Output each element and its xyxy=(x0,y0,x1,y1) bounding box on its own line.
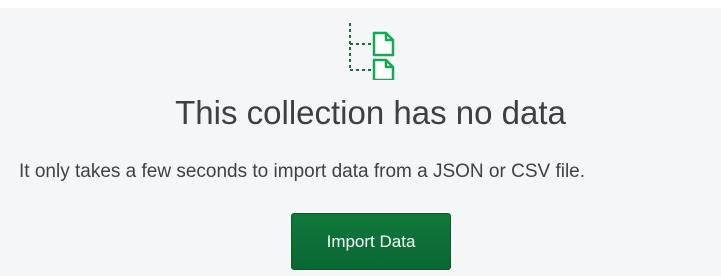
import-data-button[interactable]: Import Data xyxy=(291,213,451,270)
empty-state-message: It only takes a few seconds to import da… xyxy=(19,161,586,182)
empty-collection-panel: This collection has no data It only take… xyxy=(0,8,721,276)
empty-state-title: This collection has no data xyxy=(175,94,566,131)
documents-tree-icon xyxy=(343,20,399,82)
